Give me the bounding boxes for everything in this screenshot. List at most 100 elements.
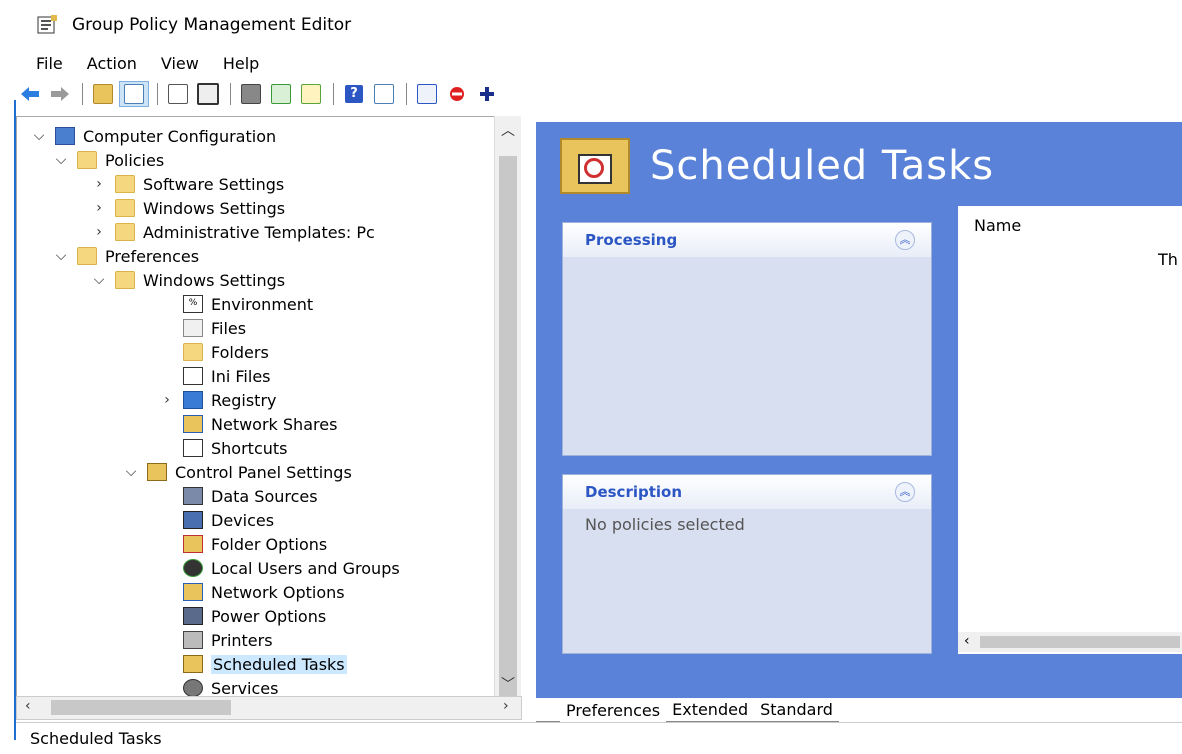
collapse-icon[interactable]: ︽ [895, 230, 915, 250]
tree-node-ini-files[interactable]: Ini Files [183, 365, 271, 387]
computer-icon [55, 127, 75, 145]
tab-spacer [536, 699, 560, 722]
collapse-icon[interactable]: ︽ [895, 482, 915, 502]
up-folder-icon[interactable] [89, 82, 117, 106]
window-left-edge [0, 0, 16, 753]
tree-vertical-scrollbar[interactable]: ︿ ﹀ [494, 116, 521, 714]
scroll-left-icon[interactable]: ‹ [964, 633, 970, 649]
window-title: Group Policy Management Editor [72, 15, 352, 35]
scroll-right-icon[interactable]: › [503, 698, 509, 714]
tab-extended[interactable]: Extended [666, 699, 755, 722]
chevron-down-icon[interactable]: ⌵ [53, 152, 69, 168]
tree-node-local-users-groups[interactable]: Local Users and Groups [183, 557, 400, 579]
menu-action[interactable]: Action [79, 54, 145, 73]
chevron-down-icon[interactable]: ⌵ [31, 128, 47, 144]
network-options-icon [183, 583, 203, 601]
menu-bar: File Action View Help [16, 50, 1182, 76]
pane-title: Scheduled Tasks [650, 143, 995, 189]
folder-icon [115, 175, 135, 193]
back-icon[interactable] [16, 82, 44, 106]
chevron-down-icon[interactable]: ⌵ [123, 464, 139, 480]
show-hide-tree-icon[interactable] [119, 81, 149, 107]
scrollbar-thumb[interactable] [499, 156, 517, 714]
title-bar: Group Policy Management Editor [16, 0, 1182, 50]
scrollbar-thumb[interactable] [51, 700, 231, 715]
chevron-right-icon[interactable]: › [91, 176, 107, 192]
menu-file[interactable]: File [28, 54, 71, 73]
tree-node-control-panel-settings[interactable]: ⌵ Control Panel Settings [126, 461, 352, 483]
scroll-left-icon[interactable]: ‹ [25, 698, 31, 714]
tree-node-services[interactable]: Services [183, 677, 278, 697]
users-icon [183, 559, 203, 577]
add-icon[interactable] [473, 82, 501, 106]
tree-node-network-shares[interactable]: Network Shares [183, 413, 337, 435]
print-icon[interactable] [237, 82, 265, 106]
devices-icon [183, 511, 203, 529]
tree-node-scheduled-tasks[interactable]: Scheduled Tasks [183, 653, 347, 675]
folder-icon [115, 271, 135, 289]
console-tree: ⌵ Computer Configuration ⌵ Policies › So… [16, 116, 495, 698]
toolbar-separator [230, 83, 231, 105]
tree-node-shortcuts[interactable]: Shortcuts [183, 437, 287, 459]
refresh-icon[interactable] [267, 82, 295, 106]
tree-node-devices[interactable]: Devices [183, 509, 274, 531]
tree-node-power-options[interactable]: Power Options [183, 605, 326, 627]
forward-icon[interactable] [46, 82, 74, 106]
network-share-icon [183, 415, 203, 433]
shortcut-icon [183, 439, 203, 457]
folder-icon [115, 223, 135, 241]
gpme-app-icon [36, 15, 58, 35]
help-icon[interactable]: ? [340, 82, 368, 106]
tree-node-network-options[interactable]: Network Options [183, 581, 345, 603]
chevron-down-icon[interactable]: ⌵ [91, 272, 107, 288]
menu-view[interactable]: View [153, 54, 207, 73]
scrollbar-thumb[interactable] [980, 636, 1180, 648]
items-list[interactable]: Name Th ‹ [958, 206, 1182, 654]
properties-icon[interactable] [413, 82, 441, 106]
printer-icon [183, 631, 203, 649]
toolbar-separator [333, 83, 334, 105]
processing-body [563, 257, 931, 269]
folder-icon [183, 343, 203, 361]
tree-node-files[interactable]: Files [183, 317, 246, 339]
toolbar: ? [16, 80, 1182, 108]
export-icon[interactable] [297, 82, 325, 106]
toolbar-separator [82, 83, 83, 105]
tree-node-software-settings[interactable]: › Software Settings [96, 173, 284, 195]
folder-icon [77, 151, 97, 169]
tree-node-administrative-templates[interactable]: › Administrative Templates: Pc [96, 221, 375, 243]
list-horizontal-scrollbar[interactable]: ‹ [958, 632, 1182, 652]
tree-node-folder-options[interactable]: Folder Options [183, 533, 327, 555]
show-hide-action-pane-icon[interactable] [370, 82, 398, 106]
tree-node-windows-settings-preferences[interactable]: ⌵ Windows Settings [94, 269, 285, 291]
tab-standard[interactable]: Standard [754, 699, 839, 722]
column-header-name[interactable]: Name [974, 216, 1021, 235]
folder-options-icon [183, 535, 203, 553]
paste-icon[interactable] [194, 82, 222, 106]
disable-icon[interactable] [443, 82, 471, 106]
description-text: No policies selected [585, 515, 745, 534]
tree-node-policies[interactable]: ⌵ Policies [56, 149, 165, 171]
chevron-right-icon[interactable]: › [91, 224, 107, 240]
scheduled-tasks-icon [183, 655, 203, 673]
tab-preferences[interactable]: Preferences [560, 700, 666, 722]
tree-node-computer-configuration[interactable]: ⌵ Computer Configuration [31, 125, 276, 147]
copy-icon[interactable] [164, 82, 192, 106]
folder-icon [77, 247, 97, 265]
tree-node-folders[interactable]: Folders [183, 341, 269, 363]
chevron-down-icon[interactable]: ⌵ [53, 248, 69, 264]
chevron-right-icon[interactable]: › [91, 200, 107, 216]
toolbar-separator [406, 83, 407, 105]
tree-node-data-sources[interactable]: Data Sources [183, 485, 318, 507]
scroll-down-icon[interactable]: ﹀ [501, 674, 515, 694]
chevron-right-icon[interactable]: › [159, 392, 175, 408]
tree-node-windows-settings-policies[interactable]: › Windows Settings [96, 197, 285, 219]
menu-help[interactable]: Help [215, 54, 267, 73]
tree-node-preferences[interactable]: ⌵ Preferences [56, 245, 199, 267]
tree-node-registry[interactable]: › Registry [164, 389, 276, 411]
tree-node-environment[interactable]: % Environment [183, 293, 313, 315]
scroll-up-icon[interactable]: ︿ [501, 120, 515, 140]
power-options-icon [183, 607, 203, 625]
tree-node-printers[interactable]: Printers [183, 629, 273, 651]
tree-horizontal-scrollbar[interactable]: ‹ › [16, 696, 522, 720]
